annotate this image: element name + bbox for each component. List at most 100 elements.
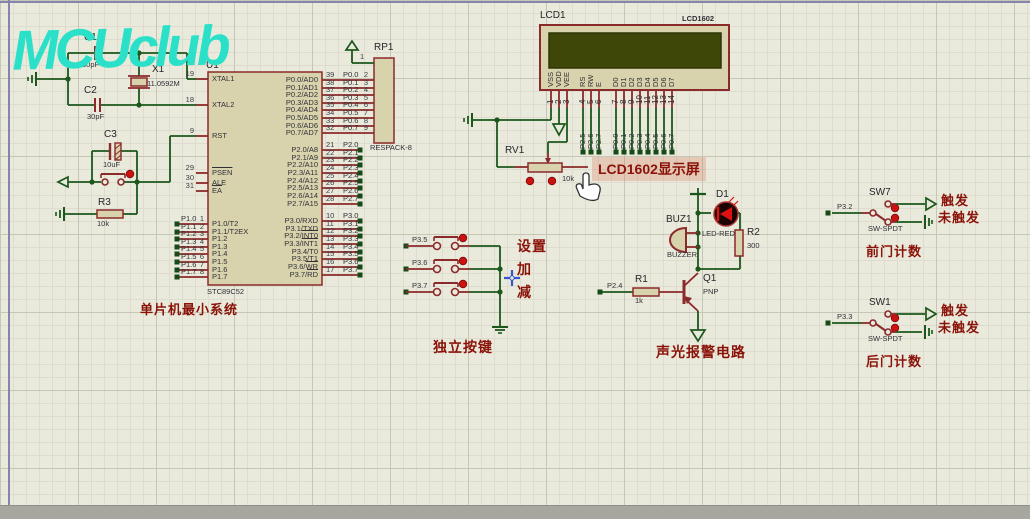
contact-terminal[interactable] — [885, 311, 891, 317]
net-label: P0.7 — [666, 112, 677, 149]
toggle-dot[interactable] — [891, 204, 899, 212]
led-emit-arrow — [729, 197, 734, 202]
net-terminal-dot — [175, 230, 180, 235]
contact-terminal[interactable] — [102, 179, 108, 185]
lcd-pin-number: 6 — [593, 90, 604, 104]
net-terminal-dot — [670, 150, 675, 155]
contact-terminal[interactable] — [434, 289, 441, 296]
section-caption: 独立按键 — [433, 340, 493, 355]
respack[interactable] — [374, 58, 394, 143]
contact-terminal[interactable] — [452, 243, 459, 250]
net-terminal-dot — [175, 275, 180, 280]
net-terminal-dot — [614, 150, 619, 155]
net-terminal-dot — [638, 150, 643, 155]
switch-lever — [876, 214, 886, 221]
component-ref: SW7 — [869, 188, 891, 199]
contact-terminal[interactable] — [118, 179, 124, 185]
pin-number: 8 — [190, 268, 204, 276]
component-ref: RP1 — [374, 43, 393, 54]
component-ref: RV1 — [505, 146, 524, 157]
hand-cursor-icon — [570, 168, 604, 204]
power-arrow-icon — [926, 198, 936, 210]
component-value: 300 — [747, 242, 760, 250]
pin-name-text: P2.7/A15 — [287, 199, 318, 208]
contact-terminal[interactable] — [870, 210, 876, 216]
component-ref: BUZ1 — [666, 215, 692, 226]
section-caption: 后门计数 — [866, 355, 922, 369]
lcd-pin-name: VEE — [561, 52, 572, 87]
section-caption: 声光报警电路 — [656, 345, 746, 360]
lcd-pin-name: D7 — [666, 52, 677, 87]
toggle-dot[interactable] — [891, 214, 899, 222]
net-terminal-dot — [175, 222, 180, 227]
net-label: P2.4 — [607, 282, 622, 290]
net-terminal-dot — [826, 211, 831, 216]
pin-name: P3.7/RD — [226, 271, 318, 279]
net-label: P3.6 — [412, 259, 427, 267]
component-value: 1k — [635, 297, 643, 305]
junction-dot — [494, 117, 499, 122]
component-ref: SW1 — [869, 298, 891, 309]
pin-number: 31 — [178, 182, 194, 190]
switch-state-on: 触发 — [941, 194, 969, 208]
net-terminal-dot — [175, 268, 180, 273]
net-terminal-dot — [622, 150, 627, 155]
pin-number: 32 — [326, 124, 334, 132]
pin-name-overline: RD — [307, 270, 318, 279]
component-ref: LCD1 — [540, 11, 566, 22]
contact-terminal[interactable] — [870, 320, 876, 326]
component-ref: R2 — [747, 228, 760, 239]
crystal[interactable] — [131, 78, 147, 86]
component-part: LED-RED — [702, 230, 735, 238]
ground-arrow-icon — [553, 124, 565, 135]
pin-number: 9 — [178, 127, 194, 135]
resistor[interactable] — [735, 230, 743, 256]
toggle-dot[interactable] — [459, 234, 467, 242]
pin-name: P2.7/A15 — [226, 200, 318, 208]
mcuclub-watermark: MCUclub — [11, 17, 227, 79]
resistor[interactable] — [633, 288, 659, 296]
sheet-border-left — [8, 0, 10, 505]
toggle-dot[interactable] — [526, 177, 534, 185]
pin-name: EA — [212, 187, 222, 195]
net-terminal-dot — [826, 321, 831, 326]
net-terminal-dot — [646, 150, 651, 155]
switch-state-off: 未触发 — [938, 211, 980, 225]
buzzer[interactable] — [670, 228, 686, 252]
toggle-dot[interactable] — [126, 170, 134, 178]
component-part: PNP — [703, 288, 718, 296]
contact-terminal[interactable] — [434, 243, 441, 250]
toggle-dot[interactable] — [891, 324, 899, 332]
potentiometer[interactable] — [528, 163, 562, 172]
canvas-bottom-strip — [0, 505, 1030, 519]
toggle-dot[interactable] — [548, 177, 556, 185]
toggle-dot[interactable] — [891, 314, 899, 322]
net-terminal-dot — [175, 260, 180, 265]
contact-terminal[interactable] — [452, 289, 459, 296]
origin-marker-icon — [502, 268, 522, 288]
junction-dot — [497, 289, 502, 294]
component-value: 11.0592M — [147, 80, 180, 88]
section-caption: 单片机最小系统 — [140, 303, 238, 317]
resistor[interactable] — [97, 210, 123, 218]
contact-terminal[interactable] — [452, 266, 459, 273]
net-label: P2.7 — [593, 112, 604, 149]
component-value: 30pF — [87, 113, 104, 121]
contact-terminal[interactable] — [885, 201, 891, 207]
junction-dot — [134, 179, 139, 184]
net-label: P3.3 — [837, 313, 852, 321]
toggle-dot[interactable] — [459, 280, 467, 288]
net-label: P3.7 — [343, 266, 358, 274]
component-ref: R3 — [98, 198, 111, 209]
pin-name-text: P0.7/AD7 — [286, 128, 318, 137]
ground-arrow-icon — [691, 330, 705, 341]
pin-name: P0.7/AD7 — [226, 129, 318, 137]
pin-name-overline: EA — [212, 186, 222, 195]
pin-number: 29 — [178, 164, 194, 172]
toggle-dot[interactable] — [459, 257, 467, 265]
net-label: P2.7 — [343, 195, 358, 203]
net-terminal-dot — [175, 252, 180, 257]
switch-state-on: 触发 — [941, 304, 969, 318]
contact-terminal[interactable] — [434, 266, 441, 273]
power-arrow-icon — [346, 41, 358, 50]
